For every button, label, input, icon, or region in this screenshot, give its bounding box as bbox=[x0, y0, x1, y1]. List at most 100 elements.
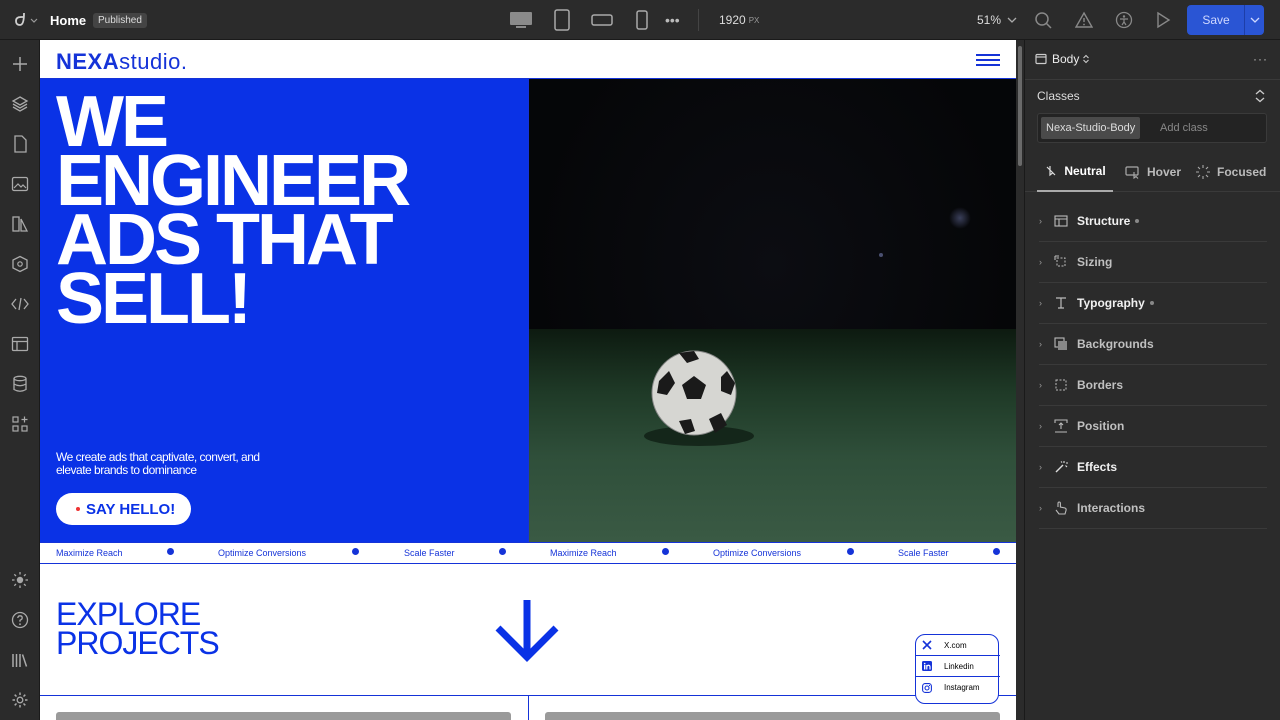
save-button[interactable]: Save bbox=[1187, 13, 1245, 27]
hero-subtitle[interactable]: We create ads that captivate, convert, a… bbox=[56, 451, 286, 477]
tab-label: Neutral bbox=[1064, 164, 1106, 178]
add-class-input[interactable]: Add class bbox=[1160, 122, 1208, 134]
divider bbox=[1244, 5, 1245, 35]
marquee-strip[interactable]: Maximize Reach Optimize Conversions Scal… bbox=[40, 542, 1016, 564]
more-options-icon[interactable]: ··· bbox=[1253, 52, 1268, 66]
hero-image-soccer-ball[interactable] bbox=[528, 79, 1016, 542]
tab-hover[interactable]: Hover bbox=[1125, 152, 1187, 192]
site-navbar[interactable]: NEXAstudio. bbox=[40, 40, 1016, 79]
add-elements-button[interactable] bbox=[8, 52, 32, 76]
portrait-breakpoint-button[interactable] bbox=[635, 0, 649, 40]
chevron-down-icon bbox=[1250, 17, 1260, 23]
database-button[interactable] bbox=[8, 372, 32, 396]
selected-element-dropdown[interactable]: Body bbox=[1035, 52, 1090, 66]
canvas-width-unit: PX bbox=[748, 15, 760, 25]
search-icon bbox=[1035, 12, 1052, 29]
status-badge-wrap: Published bbox=[93, 0, 147, 40]
element-selector-bar: Body ··· bbox=[1025, 40, 1280, 80]
code-button[interactable] bbox=[8, 292, 32, 316]
social-link-x[interactable]: X.com bbox=[916, 635, 1000, 656]
chevron-updown-icon[interactable] bbox=[1254, 89, 1266, 103]
layout-icon bbox=[1053, 213, 1069, 229]
section-borders[interactable]: › Borders bbox=[1039, 365, 1267, 406]
lens-flare bbox=[949, 207, 971, 229]
cms-button[interactable] bbox=[8, 212, 32, 236]
project-thumbnail[interactable] bbox=[56, 712, 511, 720]
section-label: Structure bbox=[1077, 214, 1131, 228]
landscape-breakpoint-button[interactable] bbox=[591, 0, 613, 40]
navigator-button[interactable] bbox=[8, 92, 32, 116]
app-logo-menu[interactable] bbox=[12, 0, 38, 40]
linkedin-icon bbox=[922, 661, 932, 671]
accessibility-button[interactable] bbox=[1115, 0, 1133, 40]
more-breakpoints-icon[interactable]: ••• bbox=[665, 0, 680, 40]
tablet-breakpoint-button[interactable] bbox=[553, 0, 571, 40]
warning-icon bbox=[1075, 11, 1093, 28]
pages-button[interactable] bbox=[8, 132, 32, 156]
social-label: Instagram bbox=[944, 683, 980, 692]
section-interactions[interactable]: › Interactions bbox=[1039, 488, 1267, 529]
scrollbar-thumb[interactable] bbox=[1018, 46, 1022, 166]
hamburger-menu-icon[interactable] bbox=[976, 54, 1000, 66]
social-link-linkedin[interactable]: Linkedin bbox=[916, 656, 1000, 677]
tab-focused[interactable]: Focused bbox=[1195, 152, 1277, 192]
page-preview[interactable]: NEXAstudio. WE ENGINEER ADS THAT SELL! W… bbox=[40, 40, 1016, 720]
tab-neutral[interactable]: Neutral bbox=[1037, 152, 1113, 192]
search-button[interactable] bbox=[1034, 0, 1052, 40]
section-backgrounds[interactable]: › Backgrounds bbox=[1039, 324, 1267, 365]
grass-field bbox=[529, 329, 1016, 542]
social-link-instagram[interactable]: Instagram bbox=[916, 677, 1000, 698]
ticker-item: Optimize Conversions bbox=[218, 548, 307, 558]
position-icon bbox=[1053, 418, 1069, 434]
section-sizing[interactable]: › Sizing bbox=[1039, 242, 1267, 283]
red-dot-icon bbox=[76, 507, 80, 511]
library-button[interactable] bbox=[8, 648, 32, 672]
star-icon bbox=[499, 548, 506, 555]
theme-button[interactable] bbox=[8, 568, 32, 592]
hero-section[interactable]: WE ENGINEER ADS THAT SELL! We create ads… bbox=[40, 79, 528, 542]
class-selector-field[interactable]: Nexa-Studio-Body Add class bbox=[1037, 113, 1267, 143]
image-icon bbox=[11, 176, 29, 192]
canvas-scrollbar[interactable] bbox=[1016, 40, 1024, 720]
layout-icon bbox=[11, 336, 29, 352]
save-options-button[interactable] bbox=[1246, 5, 1264, 35]
ticker-item: Maximize Reach bbox=[550, 548, 617, 558]
section-position[interactable]: › Position bbox=[1039, 406, 1267, 447]
help-button[interactable] bbox=[8, 608, 32, 632]
section-structure[interactable]: › Structure bbox=[1039, 201, 1267, 242]
selected-element-name: Body bbox=[1052, 52, 1080, 66]
hover-cursor-icon bbox=[1125, 166, 1139, 179]
site-logo[interactable]: NEXAstudio. bbox=[56, 49, 187, 75]
preview-button[interactable] bbox=[1155, 0, 1171, 40]
apps-button[interactable] bbox=[8, 252, 32, 276]
say-hello-button[interactable]: SAY HELLO! bbox=[56, 493, 192, 525]
sizing-icon bbox=[1053, 254, 1069, 270]
say-hello-label: SAY HELLO! bbox=[86, 500, 176, 518]
canvas-width-value: 1920 bbox=[719, 13, 746, 27]
body-element-icon bbox=[1035, 53, 1047, 65]
audit-button[interactable] bbox=[1075, 0, 1093, 40]
code-icon bbox=[11, 297, 29, 311]
landscape-phone-icon bbox=[591, 14, 613, 26]
section-effects[interactable]: › Effects bbox=[1039, 447, 1267, 488]
section-typography[interactable]: › Typography bbox=[1039, 283, 1267, 324]
settings-button[interactable] bbox=[8, 688, 32, 712]
integrations-button[interactable] bbox=[8, 412, 32, 436]
gear-icon bbox=[12, 692, 28, 708]
explore-projects-heading[interactable]: EXPLORE PROJECTS bbox=[56, 598, 220, 659]
assets-button[interactable] bbox=[8, 172, 32, 196]
zoom-dropdown[interactable]: 51% bbox=[977, 0, 1018, 40]
class-chip[interactable]: Nexa-Studio-Body bbox=[1041, 117, 1141, 139]
desktop-breakpoint-button[interactable] bbox=[509, 0, 533, 40]
canvas-width[interactable]: 1920 PX bbox=[719, 0, 759, 40]
star-icon bbox=[993, 548, 1000, 555]
hero-heading[interactable]: WE ENGINEER ADS THAT SELL! bbox=[56, 86, 516, 335]
project-thumbnail[interactable] bbox=[545, 712, 1000, 720]
design-canvas[interactable]: NEXAstudio. WE ENGINEER ADS THAT SELL! W… bbox=[40, 40, 1024, 720]
database-icon bbox=[13, 375, 27, 392]
chevron-right-icon: › bbox=[1039, 421, 1042, 431]
focus-sparkle-icon bbox=[1196, 165, 1210, 179]
page-name[interactable]: Home bbox=[50, 0, 86, 40]
cube-icon bbox=[12, 255, 28, 273]
templates-button[interactable] bbox=[8, 332, 32, 356]
